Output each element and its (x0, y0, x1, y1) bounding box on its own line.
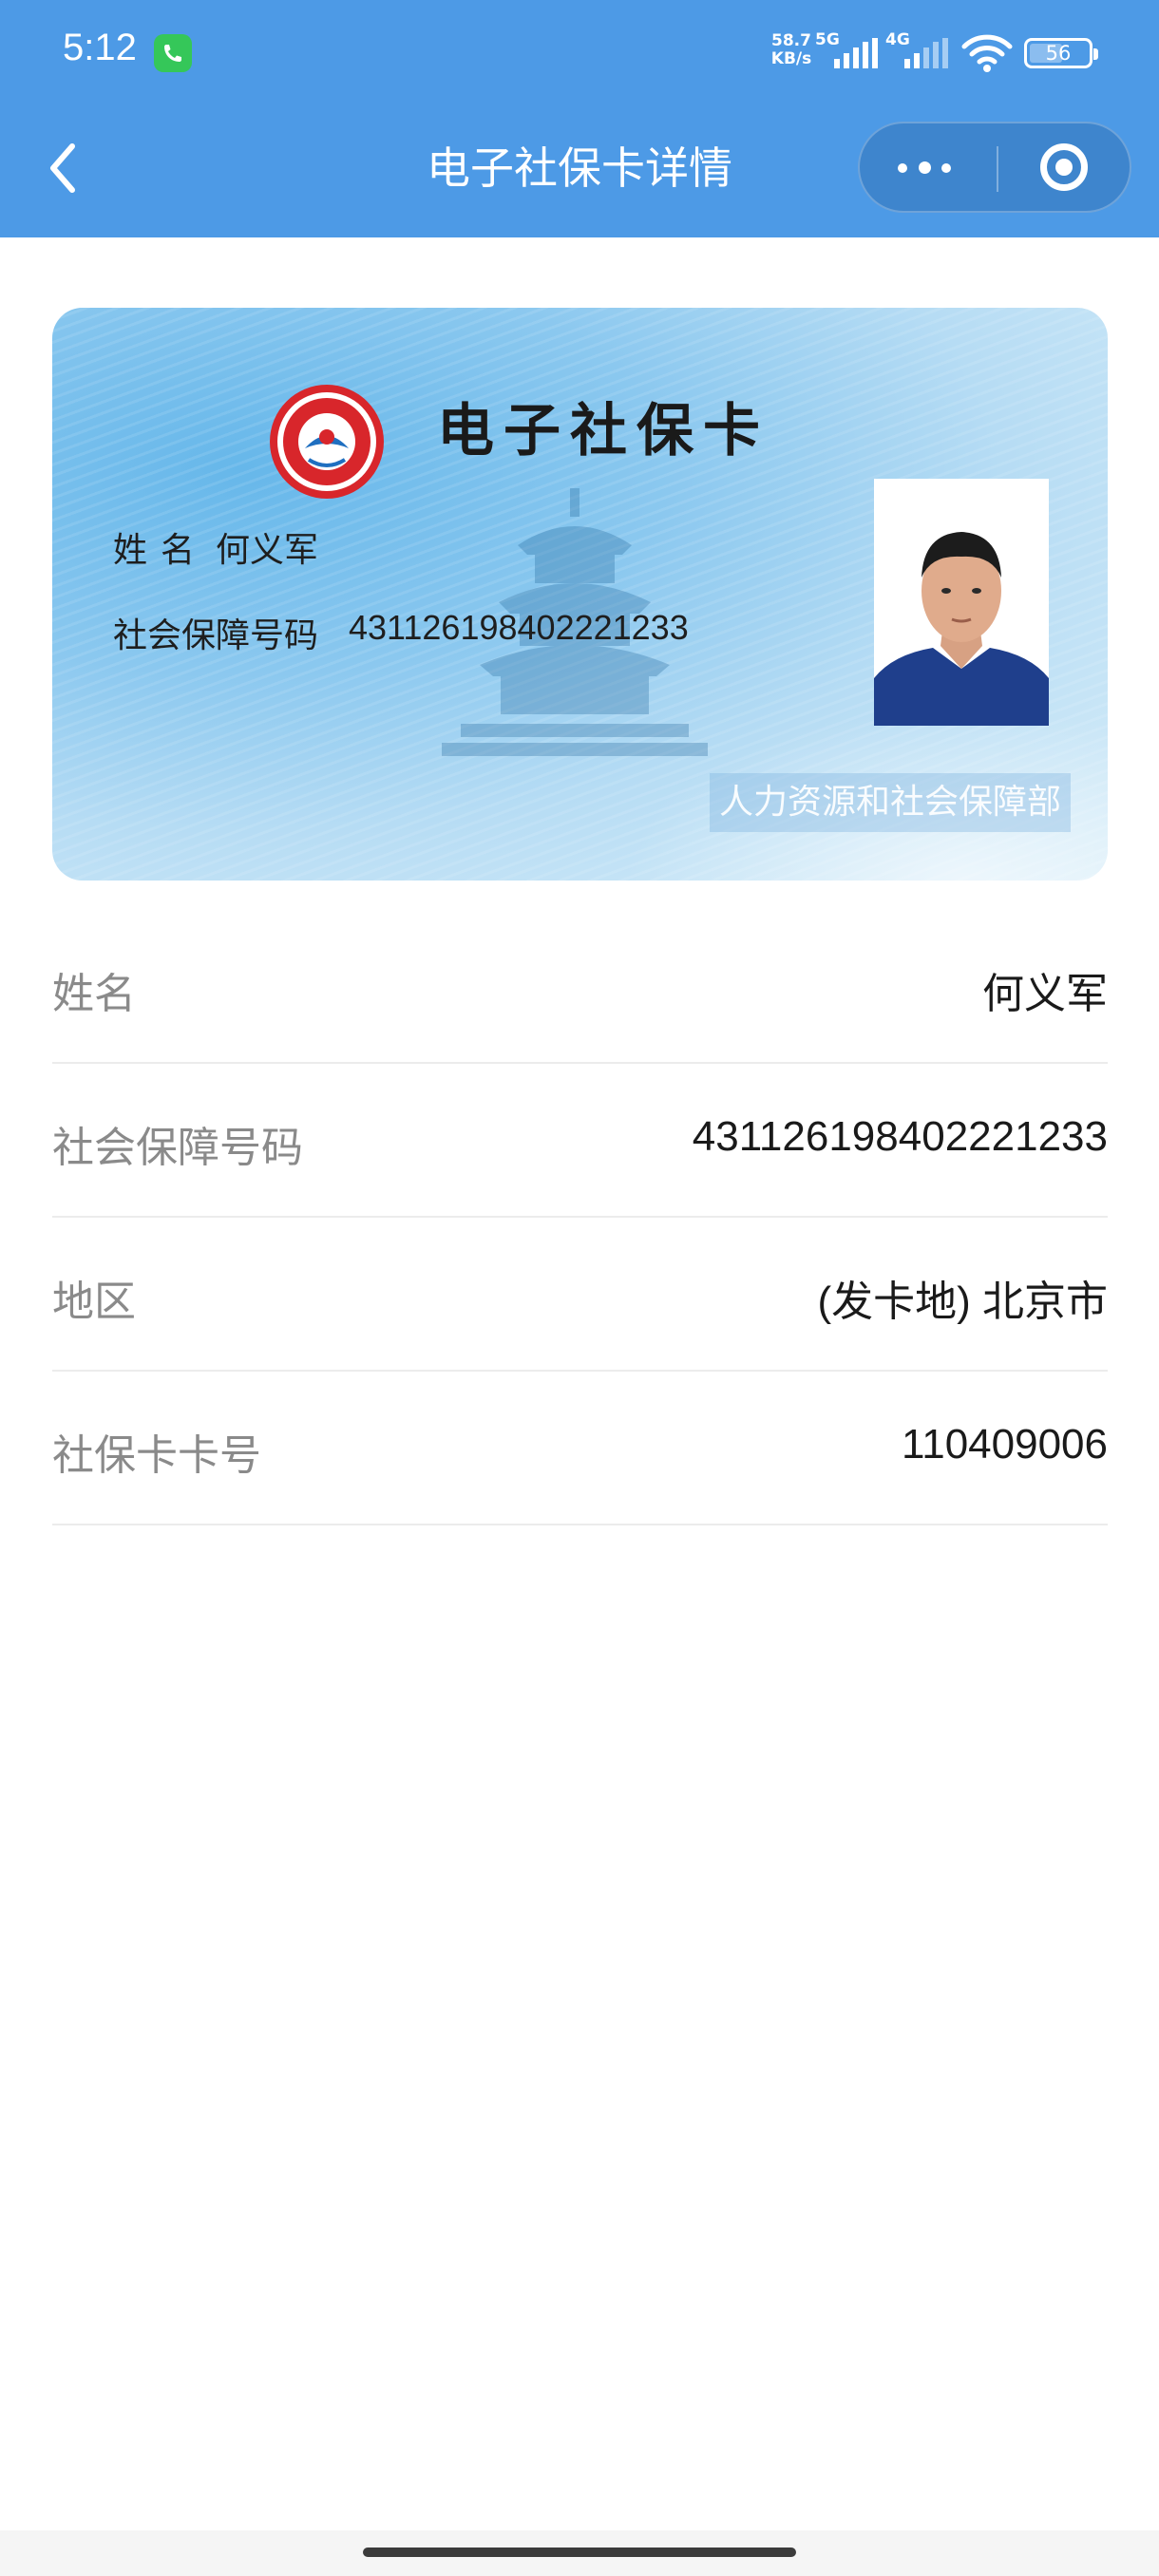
detail-label: 姓名 (52, 970, 136, 1018)
card-title: 电子社保卡 (437, 398, 770, 464)
detail-row-region: 地区 (发卡地) 北京市 (52, 1218, 1108, 1372)
detail-list: 姓名 何义军 社会保障号码 431126198402221233 地区 (发卡地… (52, 910, 1108, 1525)
phone-call-icon[interactable] (154, 34, 192, 72)
social-security-emblem-icon (270, 385, 384, 499)
home-indicator[interactable] (363, 2548, 796, 2557)
social-security-card: 电子社保卡 姓名 何义军 社会保障号码 431126198402221233 人… (52, 308, 1108, 881)
detail-row-card-number: 社保卡卡号 110409006 (52, 1372, 1108, 1525)
card-name-label: 姓名 (113, 531, 209, 570)
detail-value: (发卡地) 北京市 (817, 1279, 1108, 1325)
close-button[interactable] (998, 123, 1131, 211)
status-bar: 5:12 58.7 KB/s 5G 4G 56 (0, 0, 1159, 106)
mini-program-capsule (858, 122, 1131, 213)
detail-value: 431126198402221233 (692, 1113, 1108, 1160)
title-bar: 电子社保卡详情 (0, 106, 1159, 237)
battery-icon: 56 (1024, 38, 1098, 68)
detail-row-name: 姓名 何义军 (52, 910, 1108, 1064)
detail-label: 地区 (52, 1278, 136, 1326)
card-ssn-value: 431126198402221233 (349, 608, 689, 647)
gesture-bar (0, 2530, 1159, 2576)
status-time: 5:12 (63, 27, 137, 68)
detail-row-ssn: 社会保障号码 431126198402221233 (52, 1064, 1108, 1218)
more-button[interactable] (860, 123, 997, 211)
card-ssn-label: 社会保障号码 (113, 616, 319, 655)
back-arrow-icon (50, 143, 75, 193)
detail-label: 社会保障号码 (52, 1124, 303, 1172)
portrait-photo-icon (874, 479, 1049, 726)
signal-icon (834, 38, 878, 68)
header: 5:12 58.7 KB/s 5G 4G 56 电子社保卡详情 (0, 0, 1159, 237)
network-speed-unit: KB/s (770, 49, 812, 68)
more-dots-icon (898, 163, 907, 173)
back-button[interactable] (40, 135, 97, 201)
detail-value: 何义军 (982, 971, 1108, 1017)
detail-value: 110409006 (902, 1421, 1108, 1468)
network-speed: 58.7 KB/s (768, 32, 815, 68)
card-name-value: 何义军 (216, 531, 319, 570)
detail-label: 社保卡卡号 (52, 1431, 261, 1480)
wifi-icon (961, 34, 1013, 72)
card-holder-photo (874, 479, 1049, 726)
card-issuer: 人力资源和社会保障部 (710, 773, 1072, 832)
signal-icon-secondary (904, 38, 948, 68)
network-speed-value: 58.7 (771, 31, 811, 50)
battery-level: 56 (1045, 42, 1072, 65)
page-title: 电子社保卡详情 (427, 142, 732, 194)
